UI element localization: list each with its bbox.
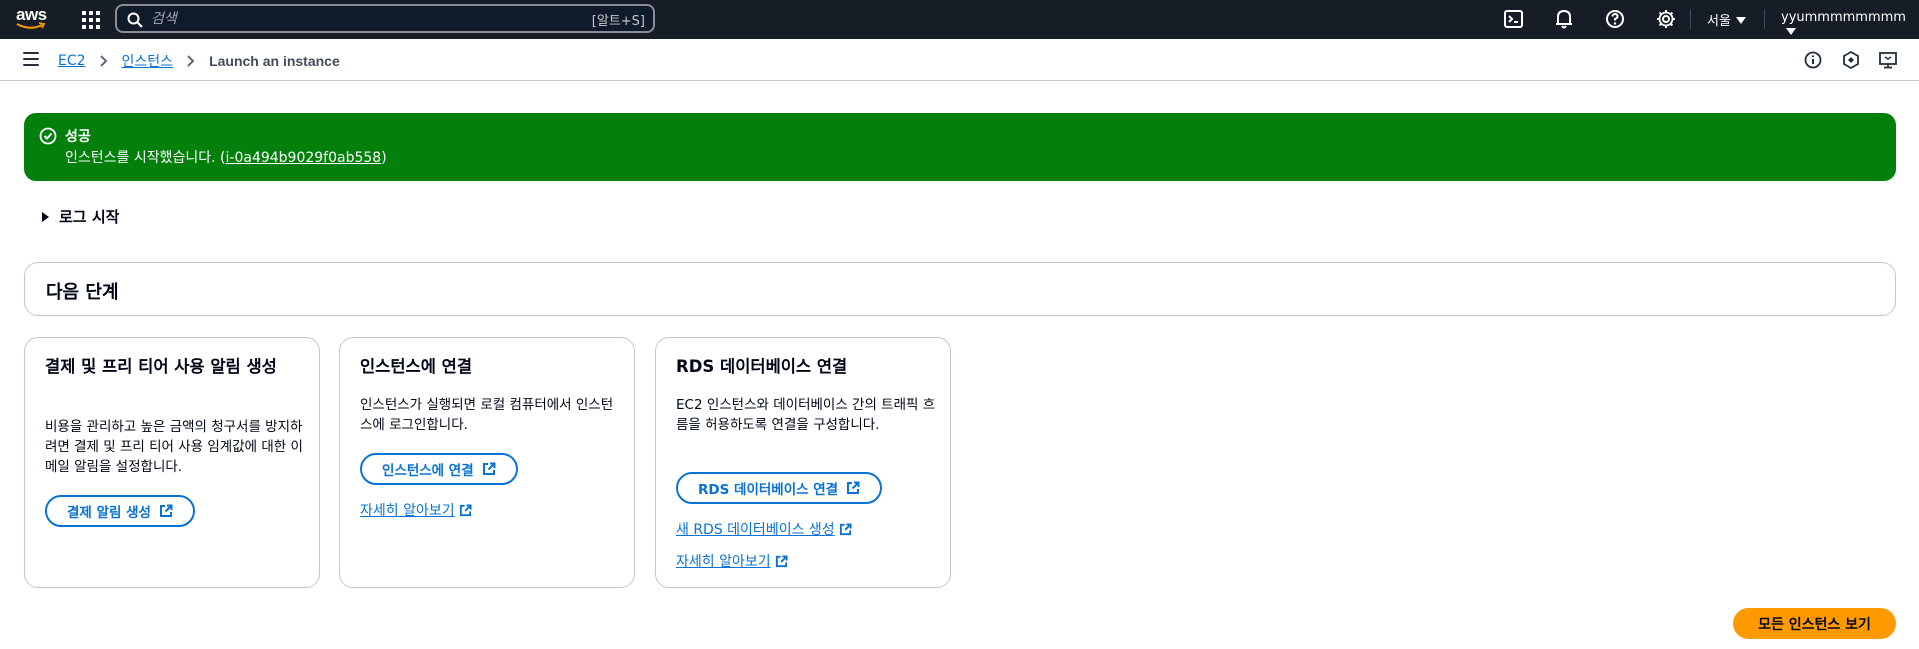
billing-alert-card: 결제 및 프리 티어 사용 알림 생성 비용을 관리하고 높은 금액의 청구서를… [24,337,320,588]
success-check-icon [39,127,57,145]
rds-connect-card: RDS 데이터베이스 연결 EC2 인스턴스와 데이터베이스 간의 트래픽 흐름… [655,337,951,588]
card-title: RDS 데이터베이스 연결 [676,357,848,376]
search-bar[interactable]: [알트+S] [115,4,655,33]
chevron-right-icon [99,55,107,67]
card-description: EC2 인스턴스와 데이터베이스 간의 트래픽 흐름을 허용하도록 연결을 구성… [676,397,936,433]
learn-more-link[interactable]: 자세히 알아보기 [360,500,472,520]
breadcrumb-instances[interactable]: 인스턴스 [122,51,174,71]
region-selector[interactable]: 서울 [1707,10,1746,29]
feedback-monitor-icon[interactable] [1878,50,1898,70]
nav-separator [1764,9,1765,29]
user-menu[interactable]: yyummmmmmmm [1781,10,1919,40]
external-link-icon [482,462,496,475]
launch-log-expander[interactable]: 로그 시작 [42,206,119,227]
info-icon[interactable] [1803,50,1823,70]
settings-gear-icon[interactable] [1655,8,1677,30]
learn-more-link[interactable]: 자세히 알아보기 [676,551,788,571]
chevron-right-icon [187,55,195,67]
aws-logo-text: aws [16,5,47,24]
flash-message: 인스턴스를 시작했습니다. (i-0a494b9029f0ab558) [65,150,387,166]
next-steps-title: 다음 단계 [46,282,119,303]
connect-instance-button[interactable]: 인스턴스에 연결 [360,453,518,485]
external-link-icon [847,481,860,494]
services-grid-icon[interactable] [80,9,100,29]
external-link-icon [159,504,173,517]
caret-right-icon [42,211,49,222]
external-link-icon [459,503,472,516]
breadcrumb-ec2[interactable]: EC2 [58,53,86,69]
connect-instance-card: 인스턴스에 연결 인스턴스가 실행되면 로컬 컴퓨터에서 인스턴스에 로그인합니… [339,337,635,588]
hexagon-settings-icon[interactable] [1841,50,1861,70]
card-title: 결제 및 프리 티어 사용 알림 생성 [45,357,277,376]
flash-title: 성공 [65,129,91,145]
view-all-instances-button[interactable]: 모든 인스턴스 보기 [1733,608,1896,639]
connect-rds-database-button[interactable]: RDS 데이터베이스 연결 [676,472,883,504]
success-flashbar: 성공 인스턴스를 시작했습니다. (i-0a494b9029f0ab558) [24,113,1896,181]
create-billing-alert-button[interactable]: 결제 알림 생성 [45,495,195,527]
search-icon [127,12,143,28]
menu-hamburger-icon[interactable] [23,52,39,66]
next-steps-header: 다음 단계 [24,262,1896,316]
card-description: 비용을 관리하고 높은 금액의 청구서를 방지하려면 결제 및 프리 티어 사용… [45,419,303,475]
caret-down-icon [1786,28,1796,35]
card-description: 인스턴스가 실행되면 로컬 컴퓨터에서 인스턴스에 로그인합니다. [360,397,614,433]
nav-separator [1690,9,1691,29]
external-link-icon [775,554,788,567]
aws-logo[interactable]: aws [16,6,50,32]
external-link-icon [839,522,852,535]
notifications-bell-icon[interactable] [1553,8,1575,30]
card-title: 인스턴스에 연결 [360,357,473,376]
caret-down-icon [1735,17,1746,24]
top-navigation: aws [알트+S] 서울 yyummmmmmmm [0,0,1919,39]
breadcrumb: EC2 인스턴스 Launch an instance [58,51,340,71]
breadcrumb-current: Launch an instance [209,53,340,69]
search-shortcut: [알트+S] [591,14,645,29]
instance-id-link[interactable]: i-0a494b9029f0ab558 [226,150,382,166]
search-input[interactable] [151,8,551,30]
cloudshell-icon[interactable] [1503,8,1525,30]
create-rds-database-link[interactable]: 새 RDS 데이터베이스 생성 [676,519,852,539]
breadcrumb-bar: EC2 인스턴스 Launch an instance [0,39,1919,81]
help-icon[interactable] [1604,8,1626,30]
